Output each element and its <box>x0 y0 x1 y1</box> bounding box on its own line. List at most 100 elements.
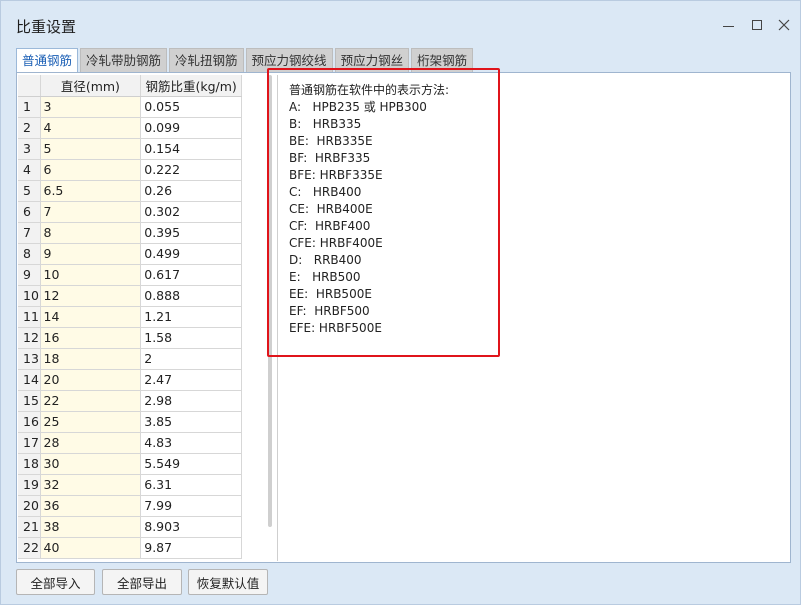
tab-cold-rolled-twisted[interactable]: 冷轧扭钢筋 <box>169 48 244 72</box>
weight-cell[interactable]: 0.617 <box>140 264 242 286</box>
weight-cell[interactable]: 0.055 <box>140 96 242 118</box>
diameter-cell[interactable]: 18 <box>40 348 142 370</box>
table-row[interactable]: 18 30 5.549 <box>18 453 242 475</box>
restore-default-button[interactable]: 恢复默认值 <box>188 569 268 595</box>
weight-cell[interactable]: 8.903 <box>140 516 242 538</box>
row-index-cell: 17 <box>18 432 41 454</box>
export-all-button[interactable]: 全部导出 <box>102 569 182 595</box>
diameter-cell[interactable]: 6.5 <box>40 180 142 202</box>
row-index-cell: 20 <box>18 495 41 517</box>
tab-ordinary-rebar[interactable]: 普通钢筋 <box>16 48 79 73</box>
minimize-icon[interactable] <box>716 13 740 37</box>
weight-cell[interactable]: 2.98 <box>140 390 242 412</box>
diameter-cell[interactable]: 4 <box>40 117 142 139</box>
notation-line: BFE: HRBF335E <box>289 168 383 182</box>
weight-table: 直径(mm) 钢筋比重(kg/m) 1 3 0.055 2 4 0.099 3 5 0.154 4… <box>18 75 258 562</box>
weight-header[interactable]: 钢筋比重(kg/m) <box>140 75 242 97</box>
table-row[interactable]: 8 9 0.499 <box>18 243 242 265</box>
table-row[interactable]: 6 7 0.302 <box>18 201 242 223</box>
row-index-cell: 12 <box>18 327 41 349</box>
weight-cell[interactable]: 1.21 <box>140 306 242 328</box>
notation-line: EE: HRB500E <box>289 287 372 301</box>
table-row[interactable]: 16 25 3.85 <box>18 411 242 433</box>
weight-cell[interactable]: 0.888 <box>140 285 242 307</box>
table-scrollbar[interactable] <box>268 75 272 527</box>
row-index-cell: 9 <box>18 264 41 286</box>
table-row[interactable]: 4 6 0.222 <box>18 159 242 181</box>
diameter-cell[interactable]: 8 <box>40 222 142 244</box>
diameter-cell[interactable]: 3 <box>40 96 142 118</box>
row-index-cell: 19 <box>18 474 41 496</box>
row-index-cell: 11 <box>18 306 41 328</box>
table-row[interactable]: 2 4 0.099 <box>18 117 242 139</box>
weight-cell[interactable]: 4.83 <box>140 432 242 454</box>
diameter-cell[interactable]: 25 <box>40 411 142 433</box>
notation-line: EF: HRBF500 <box>289 304 370 318</box>
tab-cold-rolled-ribbed[interactable]: 冷轧带肋钢筋 <box>80 48 168 72</box>
diameter-cell[interactable]: 28 <box>40 432 142 454</box>
table-row[interactable]: 12 16 1.58 <box>18 327 242 349</box>
table-row[interactable]: 11 14 1.21 <box>18 306 242 328</box>
diameter-cell[interactable]: 9 <box>40 243 142 265</box>
row-index-cell: 8 <box>18 243 41 265</box>
diameter-cell[interactable]: 14 <box>40 306 142 328</box>
maximize-icon[interactable] <box>745 13 769 37</box>
weight-cell[interactable]: 7.99 <box>140 495 242 517</box>
diameter-cell[interactable]: 6 <box>40 159 142 181</box>
row-index-cell: 5 <box>18 180 41 202</box>
weight-cell[interactable]: 5.549 <box>140 453 242 475</box>
diameter-cell[interactable]: 22 <box>40 390 142 412</box>
tab-truss-rebar[interactable]: 桁架钢筋 <box>411 48 474 72</box>
table-row[interactable]: 20 36 7.99 <box>18 495 242 517</box>
close-icon[interactable] <box>772 13 796 37</box>
table-row[interactable]: 21 38 8.903 <box>18 516 242 538</box>
weight-cell[interactable]: 0.154 <box>140 138 242 160</box>
weight-cell[interactable]: 0.099 <box>140 117 242 139</box>
table-row[interactable]: 17 28 4.83 <box>18 432 242 454</box>
weight-cell[interactable]: 0.222 <box>140 159 242 181</box>
diameter-cell[interactable]: 12 <box>40 285 142 307</box>
diameter-cell[interactable]: 7 <box>40 201 142 223</box>
diameter-cell[interactable]: 16 <box>40 327 142 349</box>
table-row[interactable]: 5 6.5 0.26 <box>18 180 242 202</box>
notation-line: CF: HRBF400 <box>289 219 371 233</box>
table-header-row: 直径(mm) 钢筋比重(kg/m) <box>18 75 242 97</box>
weight-settings-dialog: 比重设置 普通钢筋 冷轧带肋钢筋 冷轧扭钢筋 预应力钢绞线 预应力钢丝 桁架钢筋… <box>0 0 801 605</box>
weight-cell[interactable]: 2.47 <box>140 369 242 391</box>
table-row[interactable]: 22 40 9.87 <box>18 537 242 559</box>
diameter-cell[interactable]: 36 <box>40 495 142 517</box>
table-row[interactable]: 7 8 0.395 <box>18 222 242 244</box>
weight-cell[interactable]: 9.87 <box>140 537 242 559</box>
diameter-cell[interactable]: 38 <box>40 516 142 538</box>
weight-cell[interactable]: 2 <box>140 348 242 370</box>
weight-cell[interactable]: 1.58 <box>140 327 242 349</box>
title-bar: 比重设置 <box>1 1 801 45</box>
diameter-header[interactable]: 直径(mm) <box>40 75 142 97</box>
diameter-cell[interactable]: 32 <box>40 474 142 496</box>
weight-cell[interactable]: 3.85 <box>140 411 242 433</box>
tab-prestressed-strand[interactable]: 预应力钢绞线 <box>245 48 333 72</box>
weight-cell[interactable]: 0.302 <box>140 201 242 223</box>
table-row[interactable]: 15 22 2.98 <box>18 390 242 412</box>
weight-cell[interactable]: 6.31 <box>140 474 242 496</box>
tab-prestressed-wire[interactable]: 预应力钢丝 <box>334 48 410 72</box>
table-row[interactable]: 3 5 0.154 <box>18 138 242 160</box>
notation-line: E: HRB500 <box>289 270 361 284</box>
table-row[interactable]: 13 18 2 <box>18 348 242 370</box>
weight-cell[interactable]: 0.395 <box>140 222 242 244</box>
table-row[interactable]: 19 32 6.31 <box>18 474 242 496</box>
diameter-cell[interactable]: 30 <box>40 453 142 475</box>
notation-line: D: RRB400 <box>289 253 362 267</box>
import-all-button[interactable]: 全部导入 <box>16 569 95 595</box>
table-row[interactable]: 1 3 0.055 <box>18 96 242 118</box>
weight-cell[interactable]: 0.499 <box>140 243 242 265</box>
diameter-cell[interactable]: 40 <box>40 537 142 559</box>
diameter-cell[interactable]: 10 <box>40 264 142 286</box>
diameter-cell[interactable]: 20 <box>40 369 142 391</box>
row-index-cell: 7 <box>18 222 41 244</box>
table-row[interactable]: 14 20 2.47 <box>18 369 242 391</box>
table-row[interactable]: 9 10 0.617 <box>18 264 242 286</box>
table-row[interactable]: 10 12 0.888 <box>18 285 242 307</box>
weight-cell[interactable]: 0.26 <box>140 180 242 202</box>
diameter-cell[interactable]: 5 <box>40 138 142 160</box>
